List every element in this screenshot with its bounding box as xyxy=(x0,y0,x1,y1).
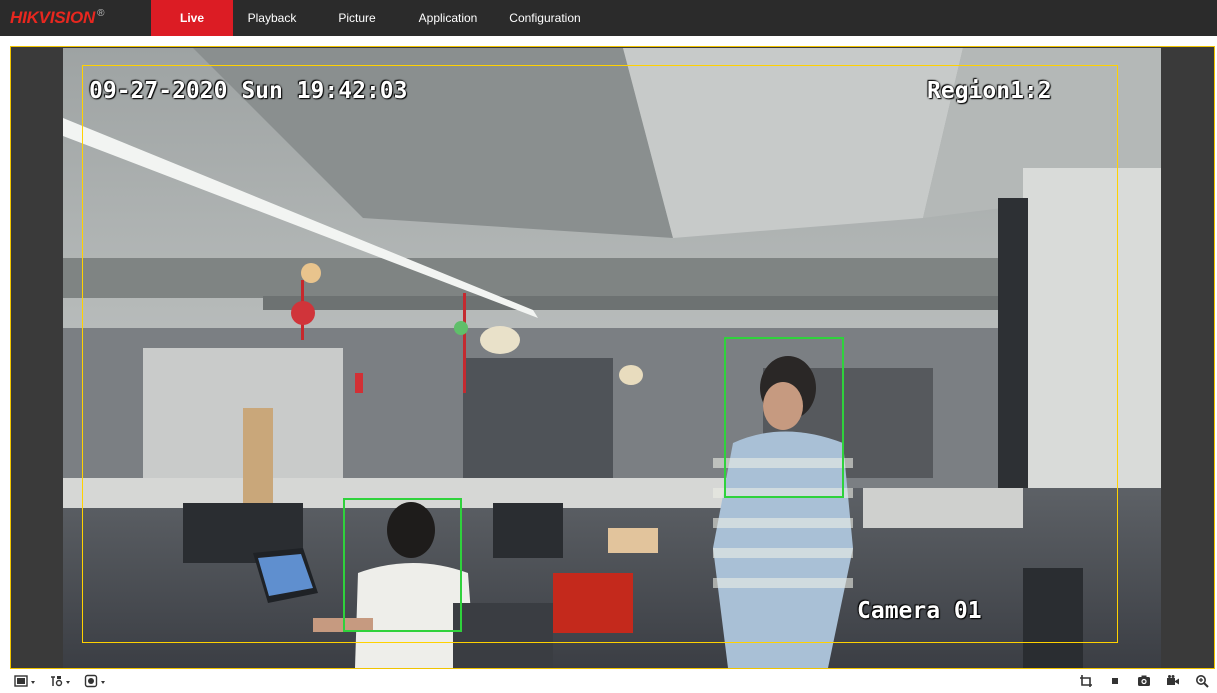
tab-picture[interactable]: Picture xyxy=(311,0,403,36)
chevron-down-icon xyxy=(31,680,35,684)
live-view-toolbar xyxy=(0,669,1217,693)
stream-type-button[interactable] xyxy=(49,674,70,688)
tab-live-view[interactable]: Live View xyxy=(151,0,233,61)
osd-region-count: Region1:2 xyxy=(927,78,1052,104)
registered-mark: ® xyxy=(97,8,105,19)
record-icon[interactable] xyxy=(1166,674,1180,688)
window-layout-icon xyxy=(14,675,28,687)
tab-playback[interactable]: Playback xyxy=(233,0,311,36)
osd-timestamp: 09-27-2020 Sun 19:42:03 xyxy=(89,78,408,104)
main-nav: Live View Playback Picture Application C… xyxy=(151,0,597,61)
detection-box-person-2 xyxy=(343,498,462,632)
stop-icon[interactable] xyxy=(1108,674,1122,688)
top-navigation-bar: HIKVISION ® Live View Playback Picture A… xyxy=(0,0,1217,61)
osd-camera-name: Camera 01 xyxy=(857,598,982,624)
logo-text: HIKVISION xyxy=(10,8,96,27)
hikvision-logo: HIKVISION ® xyxy=(10,8,104,30)
detection-box-person-1 xyxy=(724,337,844,498)
camera-video-feed[interactable]: 09-27-2020 Sun 19:42:03 Region1:2 Camera… xyxy=(63,48,1161,668)
chevron-down-icon xyxy=(101,680,105,684)
crop-icon[interactable] xyxy=(1079,674,1093,688)
region-boundary xyxy=(82,65,1118,643)
plugin-icon xyxy=(84,674,98,688)
stream-type-icon xyxy=(51,676,63,687)
window-layout-button[interactable] xyxy=(14,674,35,688)
plugin-button[interactable] xyxy=(84,674,105,688)
zoom-icon[interactable] xyxy=(1195,674,1209,688)
toolbar-right-group xyxy=(1079,674,1209,688)
toolbar-left-group xyxy=(14,674,105,688)
capture-icon[interactable] xyxy=(1137,674,1151,688)
tab-configuration[interactable]: Configuration xyxy=(493,0,597,36)
tab-application[interactable]: Application xyxy=(403,0,493,36)
live-view-window[interactable]: 09-27-2020 Sun 19:42:03 Region1:2 Camera… xyxy=(10,46,1215,669)
chevron-down-icon xyxy=(66,680,70,684)
